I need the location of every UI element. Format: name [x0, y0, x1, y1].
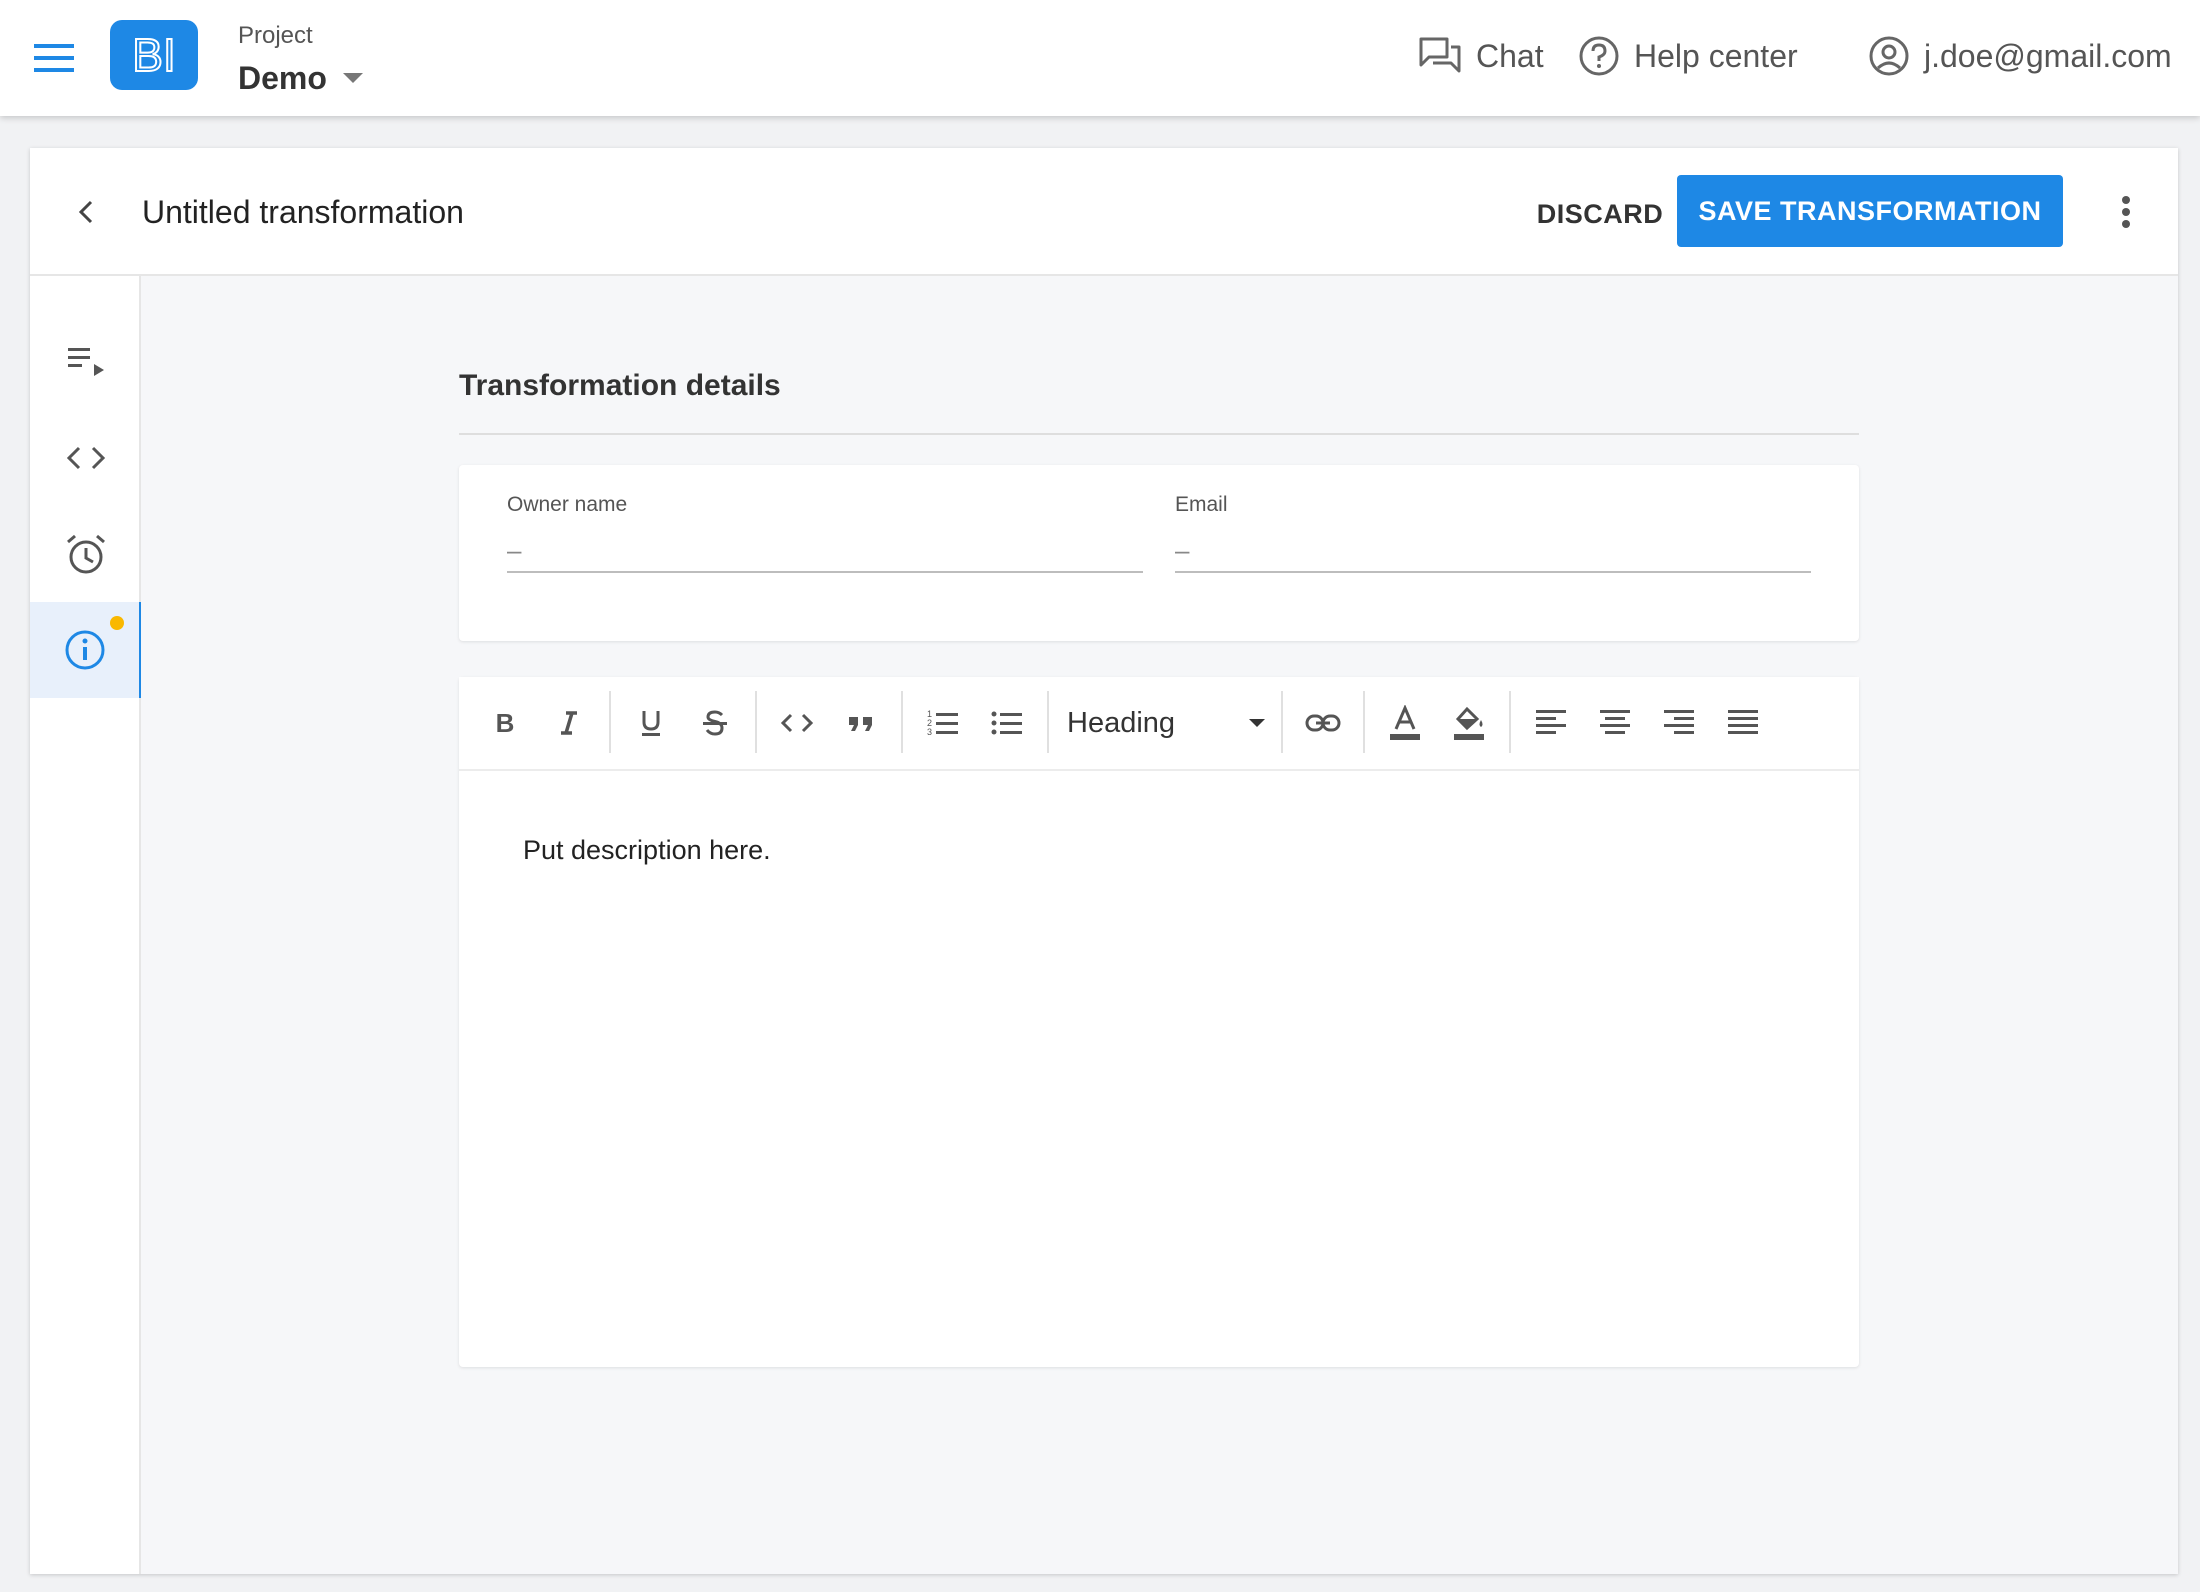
rail-item-details[interactable] — [30, 602, 143, 698]
project-name: Demo — [238, 59, 327, 96]
alarm-icon — [64, 532, 108, 576]
numbered-list-icon[interactable]: 123 — [915, 695, 971, 751]
email-field: Email — [1175, 493, 1811, 573]
bulleted-list-icon[interactable] — [979, 695, 1035, 751]
playlist-play-icon — [64, 342, 108, 382]
section-title: Transformation details — [459, 369, 781, 402]
toolbar-divider — [1047, 691, 1049, 753]
owner-name-field: Owner name — [507, 493, 1143, 573]
help-icon — [1578, 35, 1620, 77]
toolbar-divider — [1363, 691, 1365, 753]
toolbar-divider — [755, 691, 757, 753]
quote-icon[interactable] — [833, 695, 889, 751]
account-icon — [1868, 35, 1910, 77]
help-center-label: Help center — [1634, 37, 1798, 74]
editor-toolbar: B 1 2 3 Heading — [459, 677, 1859, 771]
toolbar-divider — [1509, 691, 1511, 753]
more-vert-icon[interactable] — [2114, 192, 2138, 232]
align-right-icon[interactable] — [1651, 695, 1707, 751]
logo-text: BI — [132, 29, 175, 81]
align-justify-icon[interactable] — [1715, 695, 1771, 751]
heading-value: Heading — [1067, 706, 1176, 739]
chevron-down-icon — [342, 73, 363, 83]
caret-down-icon — [1249, 719, 1265, 727]
discard-button[interactable]: DISCARD — [1500, 188, 1700, 240]
user-email: j.doe@gmail.com — [1924, 37, 2172, 74]
project-label: Project — [238, 22, 313, 49]
fill-color-icon[interactable] — [1441, 695, 1497, 751]
app-bar: BI Project Demo Chat Help center j.doe@g… — [0, 0, 2200, 116]
user-account[interactable]: j.doe@gmail.com — [1868, 30, 2172, 82]
rail-item-code[interactable] — [30, 410, 141, 506]
main-content: Transformation details Owner name Email … — [141, 276, 2178, 1574]
owner-name-input[interactable] — [507, 529, 1143, 573]
side-rail — [30, 276, 143, 1574]
owner-name-label: Owner name — [507, 493, 628, 516]
toolbar-divider — [1281, 691, 1283, 753]
rail-item-schedule[interactable] — [30, 506, 141, 602]
help-center-link[interactable]: Help center — [1578, 30, 1798, 82]
align-left-icon[interactable] — [1523, 695, 1579, 751]
save-transformation-button[interactable]: SAVE TRANSFORMATION — [1677, 175, 2063, 247]
bi-logo[interactable]: BI — [110, 20, 198, 90]
email-input[interactable] — [1175, 529, 1811, 573]
email-label: Email — [1175, 493, 1228, 516]
underline-icon[interactable] — [623, 695, 679, 751]
toolbar-divider — [901, 691, 903, 753]
transformation-card: Untitled transformation DISCARD SAVE TRA… — [30, 148, 2178, 1574]
page-title: Untitled transformation — [142, 194, 464, 230]
code-block-icon[interactable] — [769, 695, 825, 751]
back-icon[interactable] — [66, 192, 106, 232]
project-selector[interactable]: Demo — [238, 58, 363, 98]
italic-icon[interactable] — [541, 695, 597, 751]
chat-link[interactable]: Chat — [1418, 30, 1544, 82]
section-divider — [459, 433, 1859, 435]
chat-icon — [1418, 36, 1462, 76]
svg-text:B: B — [496, 709, 515, 737]
toolbar-divider — [609, 691, 611, 753]
svg-text:3: 3 — [927, 727, 932, 737]
description-text[interactable]: Put description here. — [523, 835, 771, 866]
info-icon — [63, 628, 107, 672]
rail-item-steps[interactable] — [30, 314, 141, 410]
bold-icon[interactable]: B — [477, 695, 533, 751]
strikethrough-icon[interactable] — [687, 695, 743, 751]
heading-dropdown[interactable]: Heading — [1067, 695, 1267, 751]
menu-icon[interactable] — [34, 42, 74, 74]
description-editor: B 1 2 3 Heading Put description here. — [459, 677, 1859, 1367]
link-icon[interactable] — [1295, 695, 1351, 751]
text-color-icon[interactable] — [1377, 695, 1433, 751]
align-center-icon[interactable] — [1587, 695, 1643, 751]
notification-badge — [110, 616, 124, 630]
chat-label: Chat — [1476, 37, 1544, 74]
owner-fields-panel: Owner name Email — [459, 465, 1859, 641]
code-icon — [64, 438, 108, 478]
card-header: Untitled transformation DISCARD SAVE TRA… — [30, 148, 2178, 276]
